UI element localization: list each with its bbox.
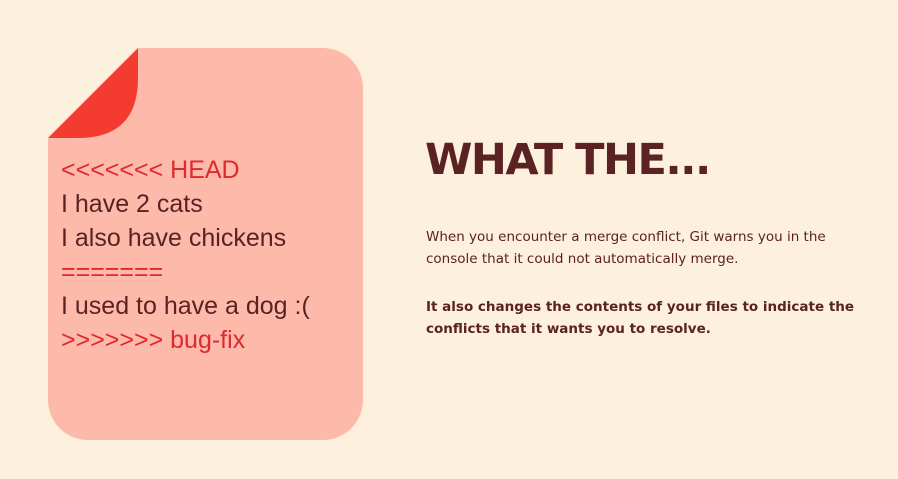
document-fold-icon <box>48 48 138 138</box>
code-line-current: I have 2 cats <box>61 190 203 218</box>
conflict-marker-head: <<<<<<< HEAD <box>61 156 240 184</box>
emphasis-paragraph: It also changes the contents of your fil… <box>426 299 855 337</box>
description-paragraph: When you encounter a merge conflict, Git… <box>426 229 826 267</box>
conflict-marker-separator: ======= <box>61 258 164 286</box>
conflict-code-sample: <<<<<<< HEAD I have 2 cats I also have c… <box>61 153 310 357</box>
slide-title: WHAT THE... <box>425 135 711 185</box>
merge-conflict-file-card: <<<<<<< HEAD I have 2 cats I also have c… <box>48 48 363 440</box>
page-fold-flap <box>48 48 138 138</box>
code-line-current: I also have chickens <box>61 224 287 252</box>
conflict-marker-branch: >>>>>>> bug-fix <box>61 326 246 354</box>
code-line-incoming: I used to have a dog :( <box>61 292 310 320</box>
